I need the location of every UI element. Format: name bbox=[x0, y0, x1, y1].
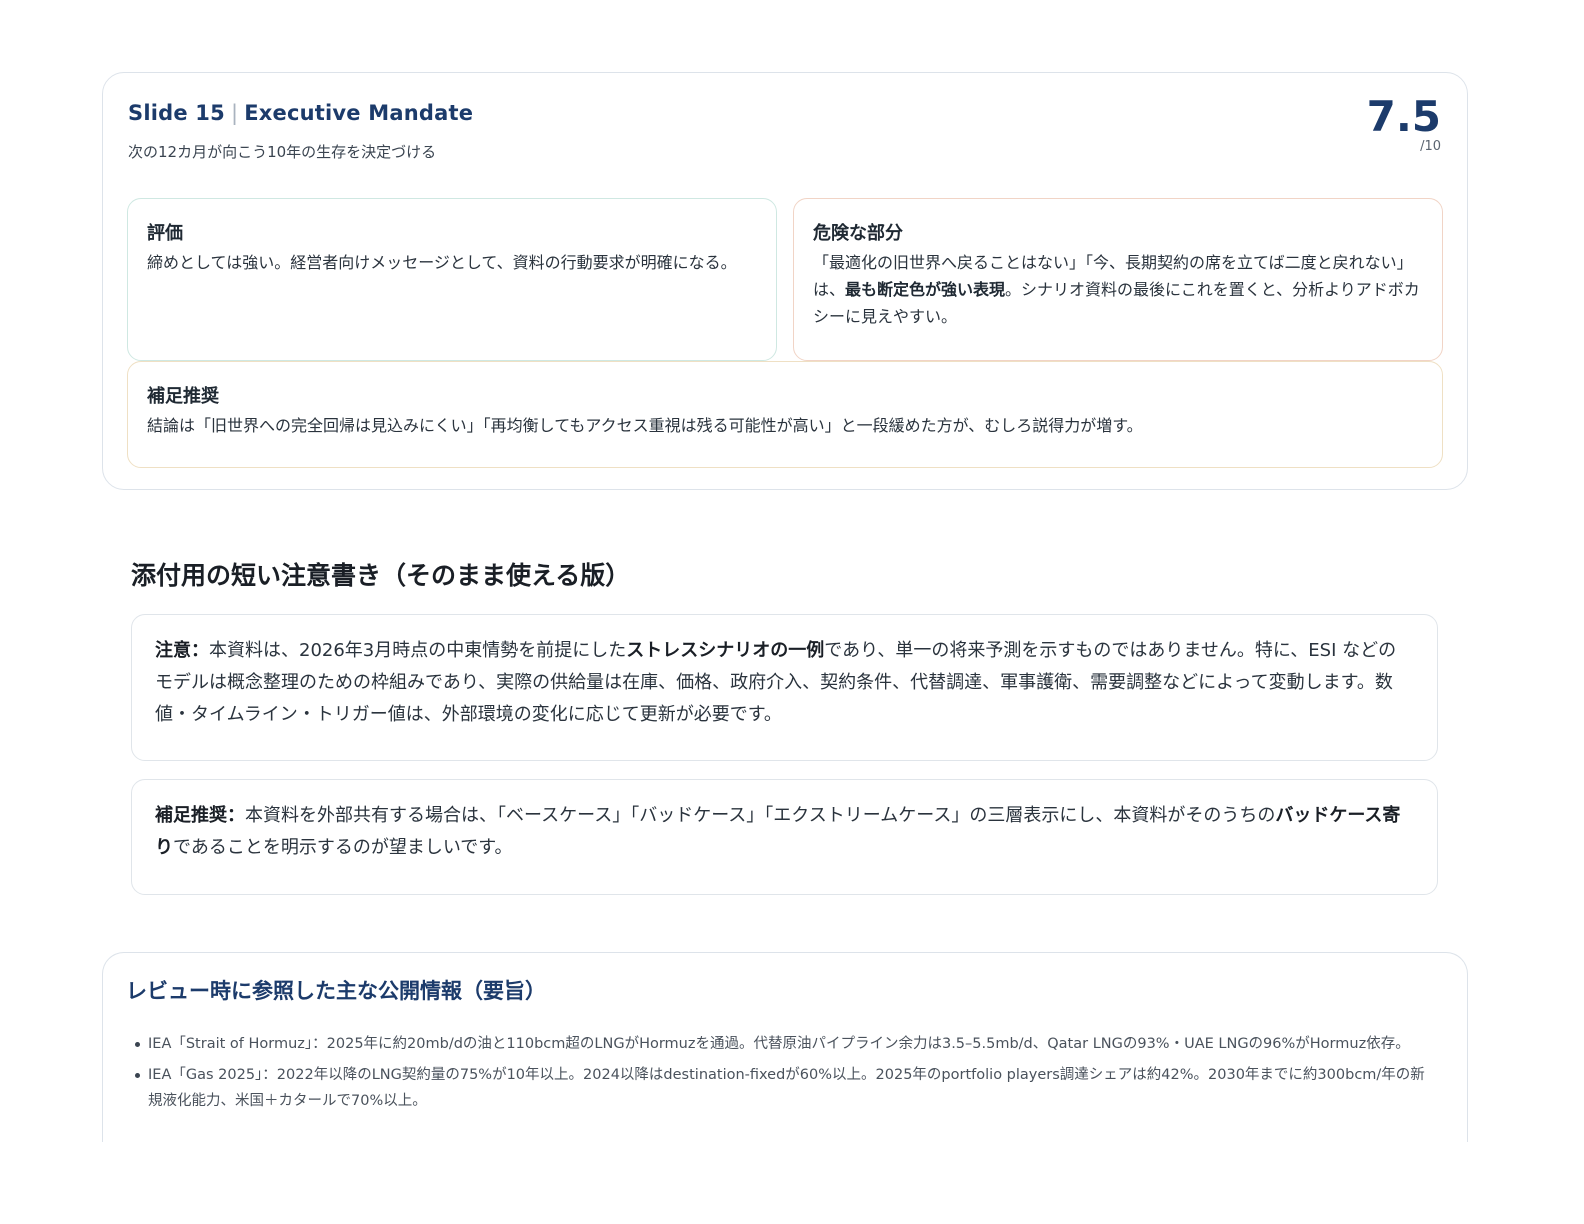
danger-text: 「最適化の旧世界へ戻ることはない」「今、長期契約の席を立てば二度と戻れない」は、… bbox=[813, 249, 1424, 330]
references-list: IEA「Strait of Hormuz」：2025年に約20mb/dの油と11… bbox=[135, 1031, 1438, 1119]
slide-subtitle: 次の12カ月が向こう10年の生存を決定づける bbox=[128, 143, 437, 161]
title-separator: | bbox=[230, 101, 239, 125]
recommendation-text-after: であることを明示するのが望ましいです。 bbox=[173, 837, 513, 858]
score-max: /10 bbox=[1420, 139, 1441, 155]
danger-text-bold: 最も断定色が強い表現 bbox=[845, 280, 1006, 299]
supplement-text: 結論は「旧世界への完全回帰は見込みにくい」「再均衡してもアクセス重視は残る可能性… bbox=[147, 416, 1143, 435]
danger-label: 危険な部分 bbox=[813, 223, 903, 244]
reference-item: IEA「Gas 2025」：2022年以降のLNG契約量の75%が10年以上。2… bbox=[135, 1062, 1438, 1114]
danger-box: 危険な部分 「最適化の旧世界へ戻ることはない」「今、長期契約の席を立てば二度と戻… bbox=[793, 198, 1443, 361]
slide-number: Slide 15 bbox=[128, 101, 225, 125]
slide-review-card: Slide 15 | Executive Mandate 次の12カ月が向こう10年… bbox=[102, 72, 1468, 490]
recommendation-label: 補足推奨： bbox=[155, 805, 245, 826]
evaluation-label: 評価 bbox=[147, 223, 183, 244]
supplement-label: 補足推奨 bbox=[147, 386, 219, 407]
caution-text-bold: ストレスシナリオの一例 bbox=[626, 640, 825, 661]
slide-header: Slide 15 | Executive Mandate 次の12カ月が向こう10年… bbox=[128, 101, 473, 162]
score-value: 7.5 bbox=[1366, 92, 1441, 141]
supplement-box: 補足推奨 結論は「旧世界への完全回帰は見込みにくい」「再均衡してもアクセス重視は… bbox=[127, 361, 1443, 468]
slide-title: Slide 15 | Executive Mandate bbox=[128, 101, 473, 125]
reference-item: IEA「Strait of Hormuz」：2025年に約20mb/dの油と11… bbox=[135, 1031, 1438, 1057]
caution-text-before: 本資料は、2026年3月時点の中東情勢を前提にした bbox=[209, 640, 627, 661]
references-card: レビュー時に参照した主な公開情報（要旨） IEA「Strait of Hormu… bbox=[102, 952, 1468, 1152]
notes-section-title: 添付用の短い注意書き（そのまま使える版） bbox=[131, 561, 631, 590]
caution-label: 注意： bbox=[155, 640, 209, 661]
caution-note: 注意：本資料は、2026年3月時点の中東情勢を前提にしたストレスシナリオの一例で… bbox=[131, 614, 1438, 761]
evaluation-text: 締めとしては強い。経営者向けメッセージとして、資料の行動要求が明確になる。 bbox=[147, 253, 737, 272]
evaluation-box: 評価 締めとしては強い。経営者向けメッセージとして、資料の行動要求が明確になる。 bbox=[127, 198, 777, 361]
slide-title-text: Executive Mandate bbox=[244, 101, 474, 125]
recommendation-note: 補足推奨：本資料を外部共有する場合は、「ベースケース」「バッドケース」「エクスト… bbox=[131, 779, 1438, 895]
references-title: レビュー時に参照した主な公開情報（要旨） bbox=[126, 979, 546, 1003]
page-bottom-margin bbox=[0, 1142, 1584, 1224]
score-block: 7.5 /10 bbox=[1366, 92, 1441, 155]
recommendation-text-before: 本資料を外部共有する場合は、「ベースケース」「バッドケース」「エクストリームケー… bbox=[245, 805, 1276, 826]
